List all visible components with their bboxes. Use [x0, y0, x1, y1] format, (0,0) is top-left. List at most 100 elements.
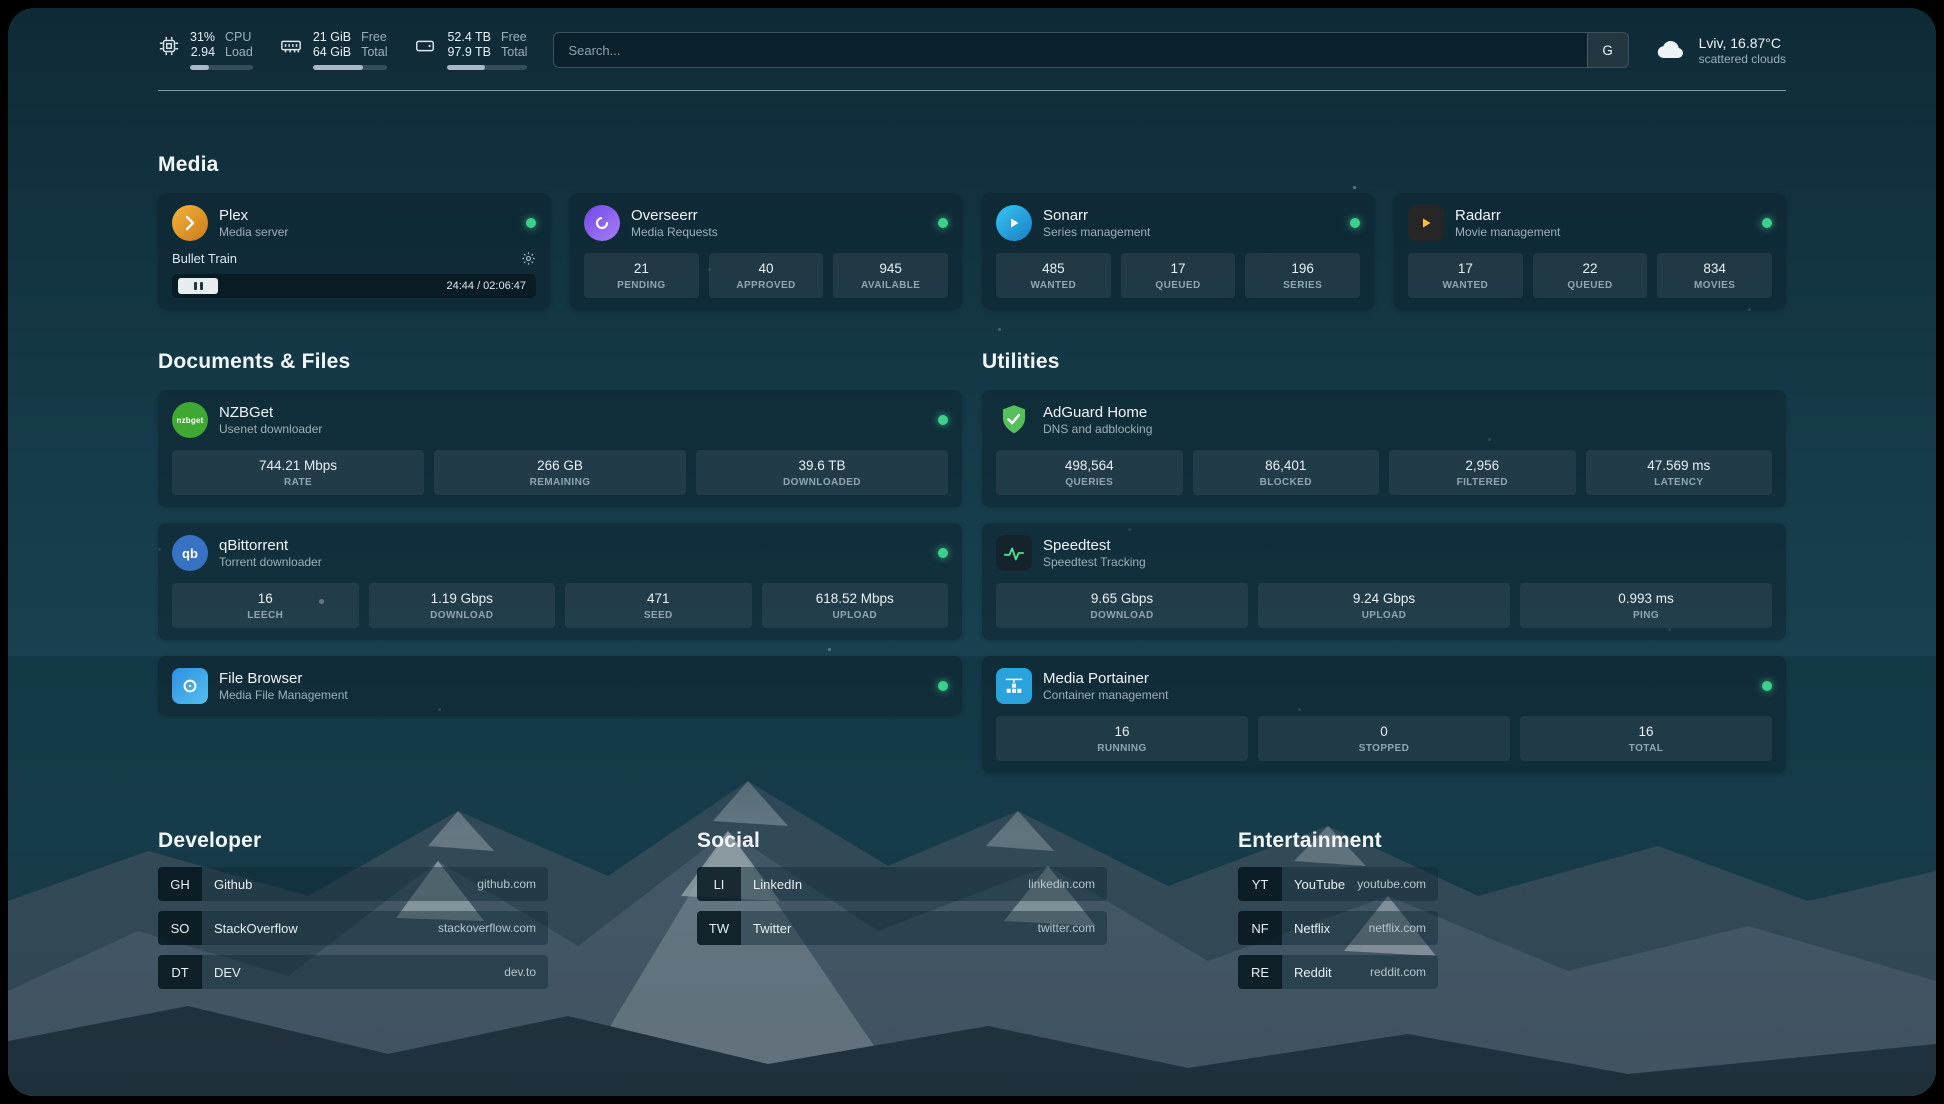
- service-name: Media Portainer: [1043, 669, 1168, 688]
- cpu-usage-value: 31%: [190, 30, 215, 45]
- service-name: Radarr: [1455, 206, 1560, 225]
- adguard-shield-icon: [996, 402, 1032, 438]
- memory-free-label: Free: [361, 30, 387, 45]
- header-divider: [158, 90, 1786, 91]
- bookmark-domain: stackoverflow.com: [438, 921, 548, 935]
- sonarr-card[interactable]: Sonarr Series management 485 WANTED 17 Q…: [982, 193, 1374, 310]
- service-name: File Browser: [219, 669, 348, 688]
- playback-progress-bar[interactable]: 24:44 / 02:06:47: [172, 274, 536, 298]
- status-online-dot: [938, 681, 948, 691]
- bookmark-github[interactable]: GH Github github.com: [158, 867, 548, 901]
- bookmark-twitter[interactable]: TW Twitter twitter.com: [697, 911, 1107, 945]
- bookmark-name: Twitter: [741, 921, 791, 936]
- stat-download: 1.19 Gbps DOWNLOAD: [369, 583, 556, 628]
- disk-progress-bar: [447, 65, 527, 70]
- service-name: Sonarr: [1043, 206, 1150, 225]
- bookmark-domain: twitter.com: [1038, 921, 1107, 935]
- stat-downloaded: 39.6 TB DOWNLOADED: [696, 450, 948, 495]
- bookmark-domain: reddit.com: [1370, 965, 1438, 979]
- stat-series: 196 SERIES: [1245, 253, 1360, 298]
- bookmark-abbr: YT: [1238, 867, 1282, 901]
- memory-progress-bar: [313, 65, 388, 70]
- disk-total-value: 97.9 TB: [447, 45, 491, 60]
- status-online-dot: [938, 548, 948, 558]
- stat-queries: 498,564 QUERIES: [996, 450, 1183, 495]
- bookmark-youtube[interactable]: YT YouTube youtube.com: [1238, 867, 1438, 901]
- service-name: qBittorrent: [219, 536, 322, 555]
- service-name: Overseerr: [631, 206, 718, 225]
- qbittorrent-card[interactable]: qb qBittorrent Torrent downloader 16 LEE…: [158, 523, 962, 640]
- stat-seed: 471 SEED: [565, 583, 752, 628]
- status-online-dot: [938, 415, 948, 425]
- sonarr-icon: [996, 205, 1032, 241]
- status-online-dot: [526, 218, 536, 228]
- entertainment-bookmarks: Entertainment YT YouTube youtube.com NF …: [1238, 829, 1786, 999]
- service-name: Plex: [219, 206, 288, 225]
- memory-free-value: 21 GiB: [313, 30, 351, 45]
- entertainment-section-title: Entertainment: [1238, 829, 1786, 853]
- stat-latency: 47.569 ms LATENCY: [1586, 450, 1773, 495]
- bookmark-abbr: GH: [158, 867, 202, 901]
- documents-section-title: Documents & Files: [158, 350, 962, 374]
- social-section-title: Social: [697, 829, 1238, 853]
- bookmark-reddit[interactable]: RE Reddit reddit.com: [1238, 955, 1438, 989]
- bookmark-domain: youtube.com: [1357, 877, 1438, 891]
- bookmark-netflix[interactable]: NF Netflix netflix.com: [1238, 911, 1438, 945]
- cpu-load-value: 2.94: [190, 45, 215, 60]
- cpu-load-label: Load: [225, 45, 253, 60]
- service-desc: DNS and adblocking: [1043, 422, 1152, 437]
- cpu-label: CPU: [225, 30, 253, 45]
- settings-gear-icon[interactable]: [521, 251, 536, 266]
- memory-widget: 21 GiB Free 64 GiB Total: [279, 30, 388, 70]
- status-online-dot: [1762, 681, 1772, 691]
- portainer-card[interactable]: Media Portainer Container management 16 …: [982, 656, 1786, 773]
- service-name: AdGuard Home: [1043, 403, 1152, 422]
- bookmark-abbr: NF: [1238, 911, 1282, 945]
- overseerr-card[interactable]: Overseerr Media Requests 21 PENDING 40 A…: [570, 193, 962, 310]
- adguard-card[interactable]: AdGuard Home DNS and adblocking 498,564 …: [982, 390, 1786, 507]
- plex-card[interactable]: Plex Media server Bullet Train: [158, 193, 550, 310]
- dashboard: 31% CPU 2.94 Load: [8, 8, 1936, 1096]
- service-desc: Torrent downloader: [219, 555, 322, 570]
- bookmark-linkedin[interactable]: LI LinkedIn linkedin.com: [697, 867, 1107, 901]
- top-bar: 31% CPU 2.94 Load: [158, 8, 1786, 90]
- media-section-title: Media: [158, 153, 1786, 177]
- bookmark-name: Netflix: [1282, 921, 1330, 936]
- bookmark-abbr: DT: [158, 955, 202, 989]
- bookmark-abbr: RE: [1238, 955, 1282, 989]
- search-provider-button[interactable]: G: [1587, 33, 1628, 67]
- disk-drive-icon: [413, 35, 437, 57]
- bookmark-stackoverflow[interactable]: SO StackOverflow stackoverflow.com: [158, 911, 548, 945]
- bookmark-name: LinkedIn: [741, 877, 802, 892]
- pause-button[interactable]: [178, 278, 218, 294]
- bookmark-domain: linkedin.com: [1028, 877, 1107, 891]
- bookmark-name: StackOverflow: [202, 921, 298, 936]
- stat-wanted: 485 WANTED: [996, 253, 1111, 298]
- filebrowser-icon: [172, 668, 208, 704]
- radarr-card[interactable]: Radarr Movie management 17 WANTED 22 QUE…: [1394, 193, 1786, 310]
- stat-remaining: 266 GB REMAINING: [434, 450, 686, 495]
- weather-condition: scattered clouds: [1699, 52, 1786, 67]
- search-input[interactable]: [554, 43, 1586, 58]
- nzbget-icon: nzbget: [172, 402, 208, 438]
- disk-widget: 52.4 TB Free 97.9 TB Total: [413, 30, 527, 70]
- service-desc: Media server: [219, 225, 288, 240]
- bookmark-abbr: LI: [697, 867, 741, 901]
- stat-ping: 0.993 ms PING: [1520, 583, 1772, 628]
- cpu-chip-icon: [158, 35, 180, 57]
- nzbget-card[interactable]: nzbget NZBGet Usenet downloader 744.21 M…: [158, 390, 962, 507]
- media-section: Media Plex Media server: [158, 153, 1786, 310]
- stat-movies: 834 MOVIES: [1657, 253, 1772, 298]
- radarr-icon: [1408, 205, 1444, 241]
- bookmark-name: Reddit: [1282, 965, 1332, 980]
- bookmark-dev[interactable]: DT DEV dev.to: [158, 955, 548, 989]
- utilities-section: Utilities AdGuard Home DNS and adblocki: [982, 350, 1786, 773]
- filebrowser-card[interactable]: File Browser Media File Management: [158, 656, 962, 716]
- stat-filtered: 2,956 FILTERED: [1389, 450, 1576, 495]
- service-desc: Speedtest Tracking: [1043, 555, 1146, 570]
- speedtest-card[interactable]: Speedtest Speedtest Tracking 9.65 Gbps D…: [982, 523, 1786, 640]
- stat-download: 9.65 Gbps DOWNLOAD: [996, 583, 1248, 628]
- utilities-section-title: Utilities: [982, 350, 1786, 374]
- stat-running: 16 RUNNING: [996, 716, 1248, 761]
- memory-total-label: Total: [361, 45, 387, 60]
